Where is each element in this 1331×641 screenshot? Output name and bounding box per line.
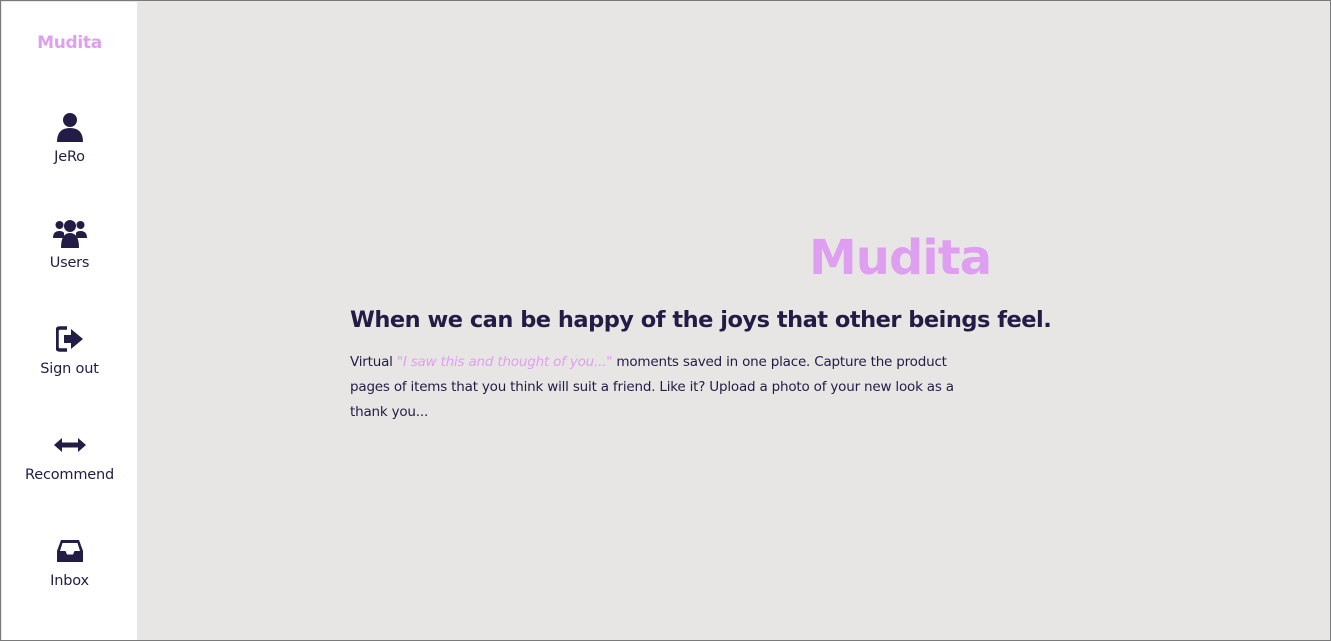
sidebar-item-label: Users <box>49 255 90 271</box>
sidebar-item-sign-out[interactable]: Sign out <box>2 322 137 402</box>
sidebar: Mudita JeRo Users Sign out Recommend Inb… <box>2 2 137 640</box>
sidebar-item-label: JeRo <box>54 149 85 165</box>
tagline: When we can be happy of the joys that ot… <box>350 307 1052 333</box>
sidebar-item-label: Inbox <box>50 573 89 589</box>
sidebar-item-label: Sign out <box>40 361 99 377</box>
brand-logo[interactable]: Mudita <box>2 33 137 53</box>
sidebar-item-users[interactable]: Users <box>2 216 137 296</box>
user-icon <box>53 110 87 144</box>
description-prefix: Virtual <box>350 354 397 370</box>
page-title: Mudita <box>809 230 992 286</box>
sidebar-item-profile[interactable]: JeRo <box>2 110 137 190</box>
arrows-horizontal-icon <box>53 428 87 462</box>
users-icon <box>52 216 87 250</box>
description-quote: "I saw this and thought of you..." <box>396 354 613 370</box>
inbox-icon <box>53 534 87 568</box>
sidebar-item-recommend[interactable]: Recommend <box>2 428 137 508</box>
app-window: Mudita JeRo Users Sign out Recommend Inb… <box>0 0 1331 641</box>
sign-out-icon <box>53 322 87 356</box>
main-content: Mudita When we can be happy of the joys … <box>137 2 1330 640</box>
sidebar-item-label: Recommend <box>25 467 114 483</box>
sidebar-item-inbox[interactable]: Inbox <box>2 534 137 614</box>
description: Virtual "I saw this and thought of you..… <box>350 350 990 425</box>
